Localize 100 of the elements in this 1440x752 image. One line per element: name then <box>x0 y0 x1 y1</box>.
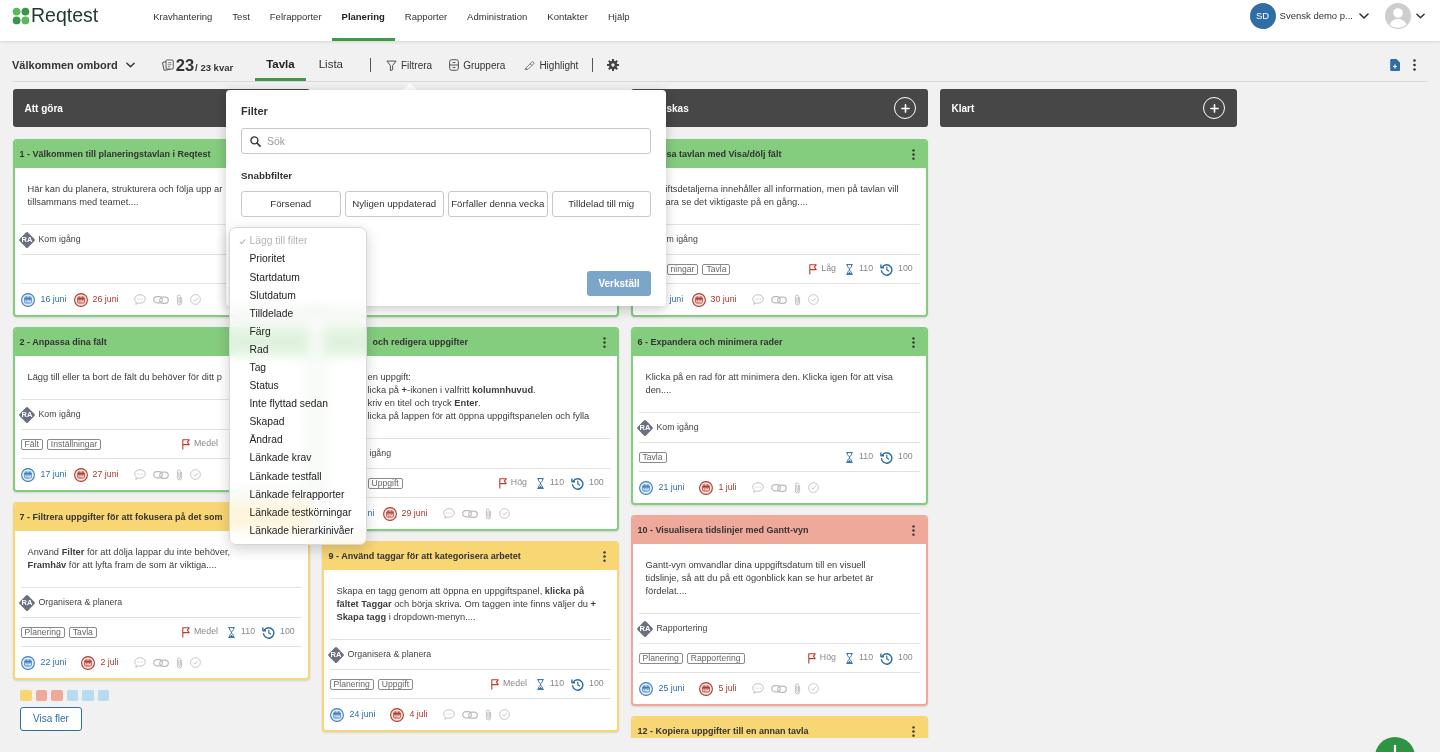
comment-icon[interactable] <box>133 294 146 305</box>
menu-item[interactable]: Ändrad <box>230 431 366 450</box>
tag[interactable]: Rapportering <box>686 652 745 664</box>
check-circle-icon[interactable] <box>498 709 510 720</box>
tag[interactable]: Planering <box>20 626 65 638</box>
menu-item[interactable]: Startdatum <box>230 268 366 287</box>
tag[interactable]: Tavla <box>68 626 97 638</box>
highlight-button[interactable]: Highlight <box>522 57 579 73</box>
more-icon[interactable] <box>603 337 606 348</box>
settings-icon[interactable] <box>607 59 620 71</box>
menu-item[interactable]: Länkade hierarkinivåer <box>230 521 366 540</box>
menu-item[interactable]: Status <box>230 376 366 395</box>
more-icon[interactable] <box>912 149 915 160</box>
paperclip-icon[interactable] <box>793 481 801 494</box>
nav-link[interactable]: Planering <box>331 0 395 41</box>
comment-icon[interactable] <box>133 657 146 668</box>
card-title: 2 - Anpassa dina fält <box>19 338 107 347</box>
chevron-down-icon[interactable] <box>1359 13 1369 19</box>
menu-item[interactable]: Tilldelade <box>230 304 366 323</box>
menu-item[interactable]: Tag <box>230 358 366 377</box>
board-selector[interactable]: Välkommen ombord <box>12 56 135 74</box>
tag[interactable]: Tavla <box>638 451 667 463</box>
quick-filter-button[interactable]: Nyligen uppdaterad <box>344 191 444 217</box>
menu-item[interactable]: Inte flyttad sedan <box>230 394 366 413</box>
comment-icon[interactable] <box>442 709 455 720</box>
view-tab[interactable]: Tavla <box>255 49 306 81</box>
check-circle-icon[interactable] <box>807 294 819 305</box>
link-icon[interactable] <box>770 683 787 694</box>
link-icon[interactable] <box>461 709 478 720</box>
comment-icon[interactable] <box>442 508 455 519</box>
project-name[interactable]: Svensk demo p... <box>1279 8 1353 24</box>
menu-item[interactable]: Prioritet <box>230 250 366 269</box>
menu-item[interactable]: Länkade felrapporter <box>230 485 366 504</box>
comment-icon[interactable] <box>133 469 146 480</box>
nav-link[interactable]: Hjälp <box>597 0 640 41</box>
chevron-down-icon[interactable] <box>1416 13 1425 19</box>
link-icon[interactable] <box>770 294 787 305</box>
check-circle-icon[interactable] <box>189 657 201 668</box>
menu-item[interactable]: Länkade krav <box>230 449 366 468</box>
link-icon[interactable] <box>770 482 787 493</box>
comment-icon[interactable] <box>751 482 764 493</box>
view-tab[interactable]: Lista <box>307 49 354 81</box>
nav-link[interactable]: Felrapporter <box>259 0 332 41</box>
group-button[interactable]: Gruppera <box>449 57 506 73</box>
check-circle-icon[interactable] <box>807 482 819 493</box>
nav-link[interactable]: Rapporter <box>394 0 458 41</box>
nav-link[interactable]: Kravhantering <box>143 0 223 41</box>
menu-item[interactable]: Slutdatum <box>230 286 366 305</box>
tag[interactable]: Fält <box>20 438 43 450</box>
menu-item[interactable]: Länkade testkörningar <box>230 503 366 522</box>
more-icon[interactable] <box>912 337 915 348</box>
card-description: Klicka på en rad för att minimera den. Klicka igen för att visa den.... <box>645 371 894 397</box>
check-circle-icon[interactable] <box>807 683 819 694</box>
tag[interactable]: Planering <box>329 678 374 690</box>
paperclip-icon[interactable] <box>793 682 801 695</box>
search-field[interactable]: Sök <box>241 128 651 154</box>
more-icon[interactable] <box>912 525 915 536</box>
card-title: 6 - Expandera och minimera rader <box>637 338 783 347</box>
nav-link[interactable]: Test <box>222 0 260 41</box>
filter-button[interactable]: Filtrera <box>386 57 433 73</box>
menu-item[interactable]: Rad <box>230 340 366 359</box>
comment-icon[interactable] <box>751 294 764 305</box>
more-icon[interactable] <box>1413 59 1416 71</box>
user-avatar-icon[interactable] <box>1385 3 1411 29</box>
paperclip-icon[interactable] <box>175 468 183 481</box>
logo-icon <box>12 7 30 25</box>
more-icon[interactable] <box>912 726 915 737</box>
comment-icon[interactable] <box>751 683 764 694</box>
paperclip-icon[interactable] <box>484 708 492 721</box>
quick-filter-button[interactable]: Försenad <box>241 191 341 217</box>
paperclip-icon[interactable] <box>793 293 801 306</box>
link-icon[interactable] <box>152 294 169 305</box>
paperclip-icon[interactable] <box>484 507 492 520</box>
paperclip-icon[interactable] <box>175 656 183 669</box>
menu-item[interactable]: Länkade testfall <box>230 467 366 486</box>
nav-link[interactable]: Administration <box>457 0 538 41</box>
quick-filter-button[interactable]: Tilldelad till mig <box>551 191 651 217</box>
add-document-icon[interactable] <box>1390 59 1400 71</box>
check-circle-icon[interactable] <box>498 508 510 519</box>
card-title: sa tavlan med Visa/dölj fält <box>666 150 782 159</box>
quick-filter-button[interactable]: Förfaller denna vecka <box>448 191 548 217</box>
tag[interactable]: Inställningar <box>46 438 102 450</box>
tag[interactable]: Tavla <box>702 263 731 275</box>
cards-icon <box>161 59 174 71</box>
check-circle-icon[interactable] <box>189 469 201 480</box>
card-description: Gantt-vyn omvandlar dina uppgiftsdatum till en visuell tidslinje, så att du på ett ögonblick kan se hur arbetet är fördelat.... <box>645 559 874 598</box>
menu-item[interactable]: Skapad <box>230 412 366 432</box>
check-circle-icon[interactable] <box>189 294 201 305</box>
menu-item[interactable]: Färg <box>230 322 366 341</box>
tag[interactable]: Uppgift <box>377 678 414 690</box>
show-more-button[interactable]: Visa fler <box>20 707 82 731</box>
add-button[interactable] <box>1375 737 1415 752</box>
more-icon[interactable] <box>603 551 606 562</box>
link-icon[interactable] <box>461 508 478 519</box>
tag[interactable]: Planering <box>638 652 683 664</box>
link-icon[interactable] <box>152 469 169 480</box>
nav-link[interactable]: Kontakter <box>537 0 598 41</box>
link-icon[interactable] <box>152 657 169 668</box>
hourglass-icon <box>846 652 853 664</box>
paperclip-icon[interactable] <box>175 293 183 306</box>
